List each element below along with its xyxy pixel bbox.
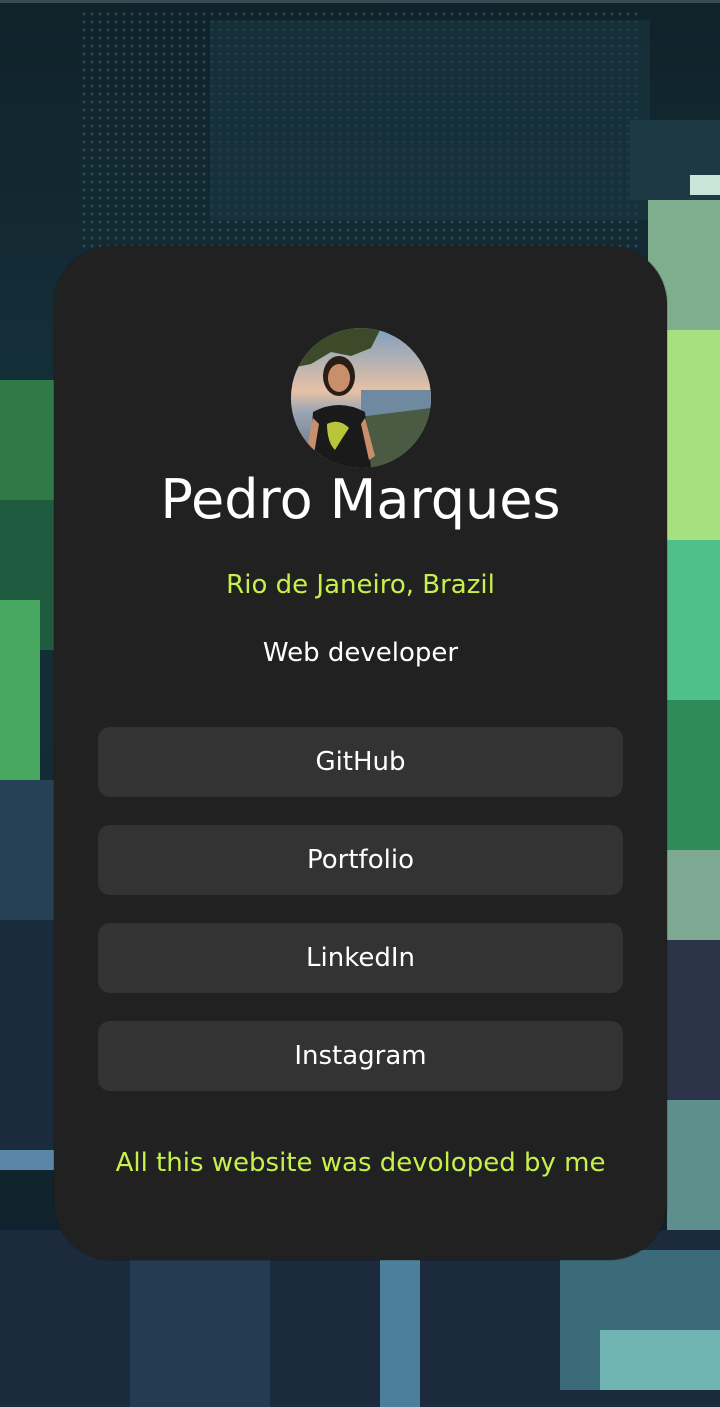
profile-card: Pedro Marques Rio de Janeiro, Brazil Web… (54, 246, 667, 1260)
avatar (291, 328, 431, 468)
profile-location: Rio de Janeiro, Brazil (226, 570, 495, 600)
profile-photo-icon (291, 328, 431, 468)
link-list: GitHub Portfolio LinkedIn Instagram (98, 727, 623, 1119)
footer-text: All this website was devoloped by me (115, 1148, 606, 1178)
linkedin-link-button[interactable]: LinkedIn (98, 923, 623, 993)
instagram-link-button[interactable]: Instagram (98, 1021, 623, 1091)
github-link-button[interactable]: GitHub (98, 727, 623, 797)
portfolio-link-button[interactable]: Portfolio (98, 825, 623, 895)
top-border (0, 0, 720, 3)
profile-name: Pedro Marques (160, 468, 561, 531)
profile-role: Web developer (262, 638, 459, 668)
